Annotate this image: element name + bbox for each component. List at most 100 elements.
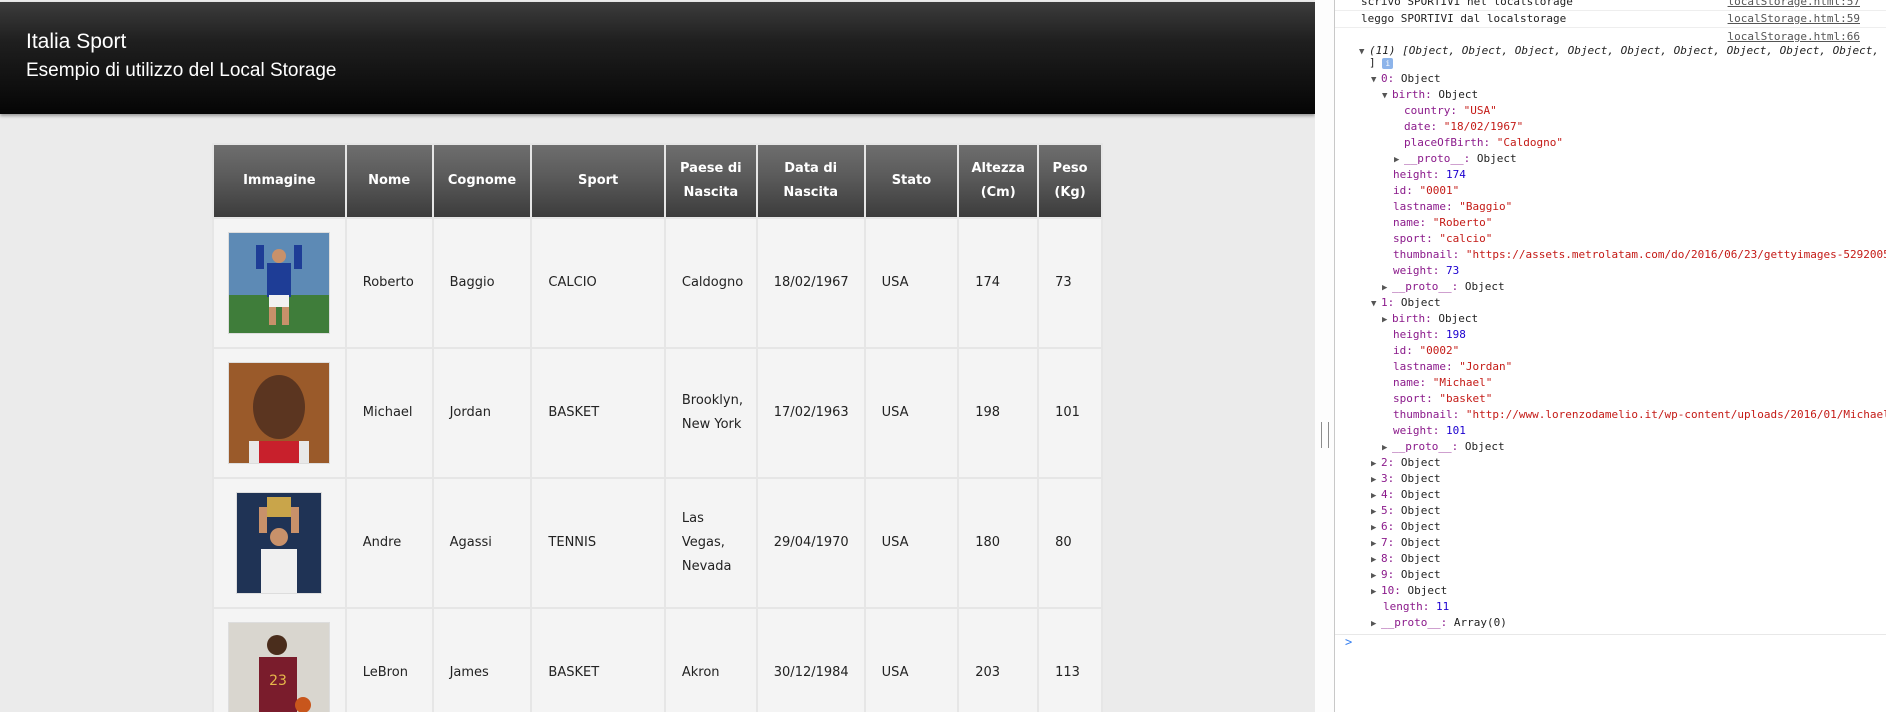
tree-property: weight: 101 bbox=[1393, 424, 1466, 437]
tree-node-proto[interactable]: ▶ __proto__: Object bbox=[1382, 439, 1505, 455]
console-log-entry: leggo SPORTIVI dal localstorage localSto… bbox=[1335, 11, 1886, 28]
collapse-triangle-icon[interactable]: ▶ bbox=[1371, 616, 1381, 632]
cell-country: USA bbox=[863, 607, 960, 712]
log-source-link[interactable]: localStorage.html:59 bbox=[1728, 12, 1860, 25]
cell-birthdate: 17/02/1963 bbox=[755, 347, 866, 479]
info-icon[interactable]: i bbox=[1382, 57, 1394, 69]
collapse-triangle-icon[interactable]: ▶ bbox=[1371, 488, 1381, 504]
log-source-link[interactable]: localStorage.html:66 bbox=[1728, 30, 1860, 43]
array-summary: (11) [Object, Object, Object, Object, Ob… bbox=[1369, 44, 1879, 57]
expand-triangle-icon[interactable]: ▼ bbox=[1359, 44, 1369, 60]
tree-node-10[interactable]: ▶ 10: Object bbox=[1371, 583, 1447, 599]
console-log-entry: scrivo SPORTIVI nel localstorage localSt… bbox=[1335, 0, 1886, 11]
athlete-photo bbox=[228, 362, 331, 464]
cell-sport: BASKET bbox=[530, 347, 666, 479]
table-row: Roberto Baggio CALCIO Caldogno 18/02/196… bbox=[212, 217, 1103, 349]
collapse-triangle-icon[interactable]: ▶ bbox=[1371, 584, 1381, 600]
prompt-caret-icon: > bbox=[1345, 635, 1353, 649]
cell-sport: TENNIS bbox=[530, 477, 666, 609]
tree-node-5[interactable]: ▶ 5: Object bbox=[1371, 503, 1441, 519]
collapse-triangle-icon[interactable]: ▶ bbox=[1371, 456, 1381, 472]
tree-property: lastname: "Baggio" bbox=[1393, 200, 1513, 213]
tree-node-birth[interactable]: ▶ birth: Object bbox=[1382, 311, 1478, 327]
column-header-country: Stato bbox=[863, 143, 960, 219]
cell-birthdate: 29/04/1970 bbox=[755, 477, 866, 609]
expand-triangle-icon[interactable]: ▼ bbox=[1382, 88, 1392, 104]
cell-birthdate: 30/12/1984 bbox=[755, 607, 866, 712]
cell-birthplace: Las Vegas, Nevada bbox=[663, 477, 758, 609]
cell-sport: CALCIO bbox=[530, 217, 666, 349]
collapse-triangle-icon[interactable]: ▶ bbox=[1371, 472, 1381, 488]
cell-height: 198 bbox=[957, 347, 1040, 479]
collapse-triangle-icon[interactable]: ▶ bbox=[1394, 152, 1404, 168]
image-cell bbox=[212, 477, 347, 609]
cell-lastname: Agassi bbox=[431, 477, 533, 609]
cell-height: 203 bbox=[957, 607, 1040, 712]
cell-name: Michael bbox=[344, 347, 434, 479]
cell-birthplace: Akron bbox=[663, 607, 758, 712]
athlete-photo bbox=[236, 492, 323, 594]
cell-weight: 101 bbox=[1037, 347, 1103, 479]
cell-name: Andre bbox=[344, 477, 434, 609]
cell-lastname: Baggio bbox=[431, 217, 533, 349]
expand-triangle-icon[interactable]: ▼ bbox=[1371, 72, 1381, 88]
tree-node-7[interactable]: ▶ 7: Object bbox=[1371, 535, 1441, 551]
log-source-link[interactable]: localStorage.html:57 bbox=[1728, 0, 1860, 8]
tree-node-proto[interactable]: ▶ __proto__: Object bbox=[1394, 151, 1517, 167]
tree-property: id: "0001" bbox=[1393, 184, 1460, 197]
devtools-splitter[interactable] bbox=[1315, 0, 1335, 712]
log-message: leggo SPORTIVI dal localstorage bbox=[1361, 12, 1567, 25]
site-header: Italia Sport Esempio di utilizzo del Loc… bbox=[0, 2, 1315, 114]
console-prompt[interactable]: > bbox=[1335, 634, 1886, 651]
cell-sport: BASKET bbox=[530, 607, 666, 712]
cell-country: USA bbox=[863, 217, 960, 349]
tree-node-2[interactable]: ▶ 2: Object bbox=[1371, 455, 1441, 471]
collapse-triangle-icon[interactable]: ▶ bbox=[1371, 504, 1381, 520]
tree-node-1[interactable]: ▼ 1: Object bbox=[1371, 295, 1441, 311]
array-close: ] bbox=[1369, 56, 1376, 69]
resize-grip-icon[interactable] bbox=[1321, 422, 1329, 448]
tree-node-9[interactable]: ▶ 9: Object bbox=[1371, 567, 1441, 583]
collapse-triangle-icon[interactable]: ▶ bbox=[1382, 440, 1392, 456]
tree-property: id: "0002" bbox=[1393, 344, 1460, 357]
column-header-name: Nome bbox=[344, 143, 434, 219]
tree-property: height: 198 bbox=[1393, 328, 1466, 341]
tree-node-6[interactable]: ▶ 6: Object bbox=[1371, 519, 1441, 535]
array-close-row: ] i bbox=[1369, 55, 1394, 71]
tree-node-4[interactable]: ▶ 4: Object bbox=[1371, 487, 1441, 503]
tree-node-0[interactable]: ▼ 0: Object bbox=[1371, 71, 1441, 87]
cell-weight: 80 bbox=[1037, 477, 1103, 609]
cell-weight: 113 bbox=[1037, 607, 1103, 712]
svg-text:23: 23 bbox=[269, 673, 287, 689]
tree-node-birth[interactable]: ▼ birth: Object bbox=[1382, 87, 1478, 103]
cell-name: LeBron bbox=[344, 607, 434, 712]
cell-height: 180 bbox=[957, 477, 1040, 609]
array-summary-row[interactable]: ▼ (11) [Object, Object, Object, Object, O… bbox=[1359, 43, 1879, 59]
tree-node-label: birth: Object bbox=[1392, 88, 1479, 101]
athlete-photo bbox=[228, 232, 331, 334]
collapse-triangle-icon[interactable]: ▶ bbox=[1382, 280, 1392, 296]
tree-node-proto[interactable]: ▶ __proto__: Array(0) bbox=[1371, 615, 1507, 631]
tree-property: placeOfBirth: "Caldogno" bbox=[1404, 136, 1563, 149]
expand-triangle-icon[interactable]: ▼ bbox=[1371, 296, 1381, 312]
collapse-triangle-icon[interactable]: ▶ bbox=[1371, 520, 1381, 536]
column-header-weight: Peso (Kg) bbox=[1037, 143, 1103, 219]
tree-property: thumbnail: "http://www.lorenzodamelio.it… bbox=[1393, 408, 1886, 421]
image-cell bbox=[212, 347, 347, 479]
web-page: Italia Sport Esempio di utilizzo del Loc… bbox=[0, 0, 1315, 712]
table-row: Andre Agassi TENNIS Las Vegas, Nevada 29/0… bbox=[212, 477, 1103, 609]
collapse-triangle-icon[interactable]: ▶ bbox=[1371, 552, 1381, 568]
collapse-triangle-icon[interactable]: ▶ bbox=[1382, 312, 1392, 328]
log-message: scrivo SPORTIVI nel localstorage bbox=[1361, 0, 1573, 8]
tree-node-8[interactable]: ▶ 8: Object bbox=[1371, 551, 1441, 567]
site-subtitle: Esempio di utilizzo del Local Storage bbox=[26, 60, 337, 81]
collapse-triangle-icon[interactable]: ▶ bbox=[1371, 568, 1381, 584]
tree-node-3[interactable]: ▶ 3: Object bbox=[1371, 471, 1441, 487]
tree-property: date: "18/02/1967" bbox=[1404, 120, 1524, 133]
athlete-photo: 23 bbox=[228, 622, 331, 712]
collapse-triangle-icon[interactable]: ▶ bbox=[1371, 536, 1381, 552]
tree-property: weight: 73 bbox=[1393, 264, 1460, 277]
tree-property: thumbnail: "https://assets.metrolatam.co… bbox=[1393, 248, 1886, 261]
tree-property: sport: "basket" bbox=[1393, 392, 1493, 405]
tree-node-proto[interactable]: ▶ __proto__: Object bbox=[1382, 279, 1505, 295]
